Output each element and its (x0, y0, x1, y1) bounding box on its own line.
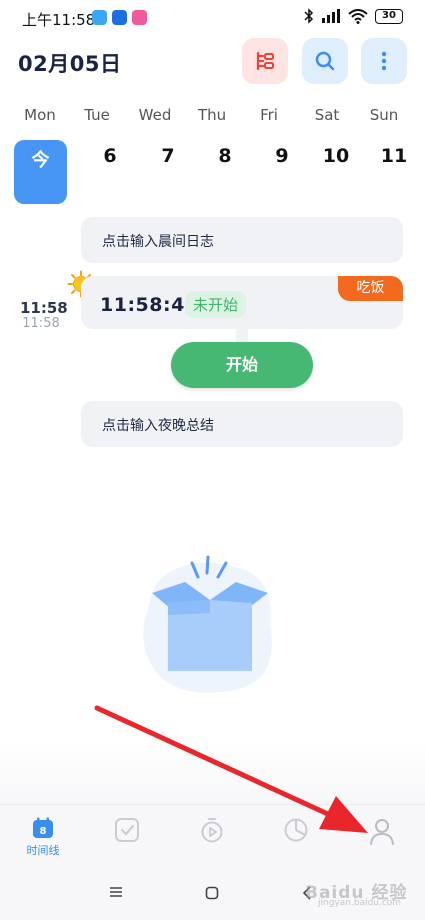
weekday-label: Thu (197, 106, 227, 124)
day-number[interactable]: 10 (309, 145, 363, 167)
checkbox-icon (115, 818, 139, 842)
morning-log-card[interactable]: 点击输入晨间日志 (81, 217, 403, 263)
page-title-date[interactable]: 02月05日 (18, 48, 121, 78)
home-icon[interactable] (205, 886, 219, 900)
tab-timer[interactable] (185, 817, 239, 843)
status-badge: 未开始 (185, 291, 247, 318)
morning-log-text: 点击输入晨间日志 (102, 234, 214, 250)
event-end-time: 11:58 (22, 316, 60, 331)
watermark-url: jingyan.baidu.com (318, 898, 402, 908)
media-app-icon (132, 10, 147, 25)
weekday-label: Fri (260, 106, 278, 124)
event-tag: 吃饭 (338, 276, 403, 301)
search-icon (315, 51, 335, 71)
day-today[interactable]: 今 (14, 140, 67, 204)
search-button[interactable] (302, 38, 348, 84)
tab-tasks[interactable] (100, 817, 154, 843)
signal-icon (322, 9, 340, 23)
weekday-label: Sat (314, 106, 340, 124)
bluetooth-icon (304, 8, 314, 24)
more-icon (381, 51, 387, 71)
event-card[interactable]: 11:58:47 未开始 吃饭 (81, 276, 403, 329)
bottom-fade (0, 740, 425, 804)
evening-summary-text: 点击输入夜晚总结 (102, 418, 214, 434)
status-time: 上午11:58 (22, 11, 96, 29)
start-button[interactable]: 开始 (171, 342, 313, 388)
tab-timeline-label: 时间线 (26, 844, 60, 857)
calendar-icon: 8 (33, 817, 53, 838)
tab-profile[interactable] (355, 817, 409, 845)
pie-chart-icon (284, 818, 308, 842)
day-number[interactable]: 7 (141, 145, 195, 167)
bluetooth-app-icon (112, 10, 127, 25)
calendar-badge: 8 (40, 826, 47, 837)
empty-box-illustration (143, 555, 272, 693)
day-number[interactable]: 8 (198, 145, 252, 167)
weekday-label: Tue (84, 106, 110, 124)
tab-bar: 8 时间线 (0, 804, 425, 866)
event-countdown: 11:58:47 (100, 294, 199, 316)
event-start-time: 11:58 (20, 299, 68, 317)
tab-stats[interactable] (269, 817, 323, 843)
status-bar: 上午11:58 30 (0, 0, 425, 36)
day-number[interactable]: 11 (367, 145, 421, 167)
menu-icon[interactable] (109, 886, 123, 898)
filter-icon (256, 51, 274, 71)
chat-app-icon (92, 10, 107, 25)
tab-timeline[interactable]: 8 时间线 (16, 817, 70, 858)
weekday-label: Mon (24, 106, 56, 124)
wifi-icon (348, 8, 368, 24)
timer-icon (201, 818, 223, 843)
battery-indicator: 30 (375, 8, 403, 24)
day-number[interactable]: 6 (83, 145, 137, 167)
weekday-label: Sun (369, 106, 399, 124)
status-indicators: 30 (304, 8, 403, 24)
day-number[interactable]: 9 (255, 145, 309, 167)
more-button[interactable] (361, 38, 407, 84)
user-icon (370, 819, 394, 845)
filter-button[interactable] (242, 38, 288, 84)
evening-summary-card[interactable]: 点击输入夜晚总结 (81, 401, 403, 447)
weekday-label: Wed (138, 106, 172, 124)
